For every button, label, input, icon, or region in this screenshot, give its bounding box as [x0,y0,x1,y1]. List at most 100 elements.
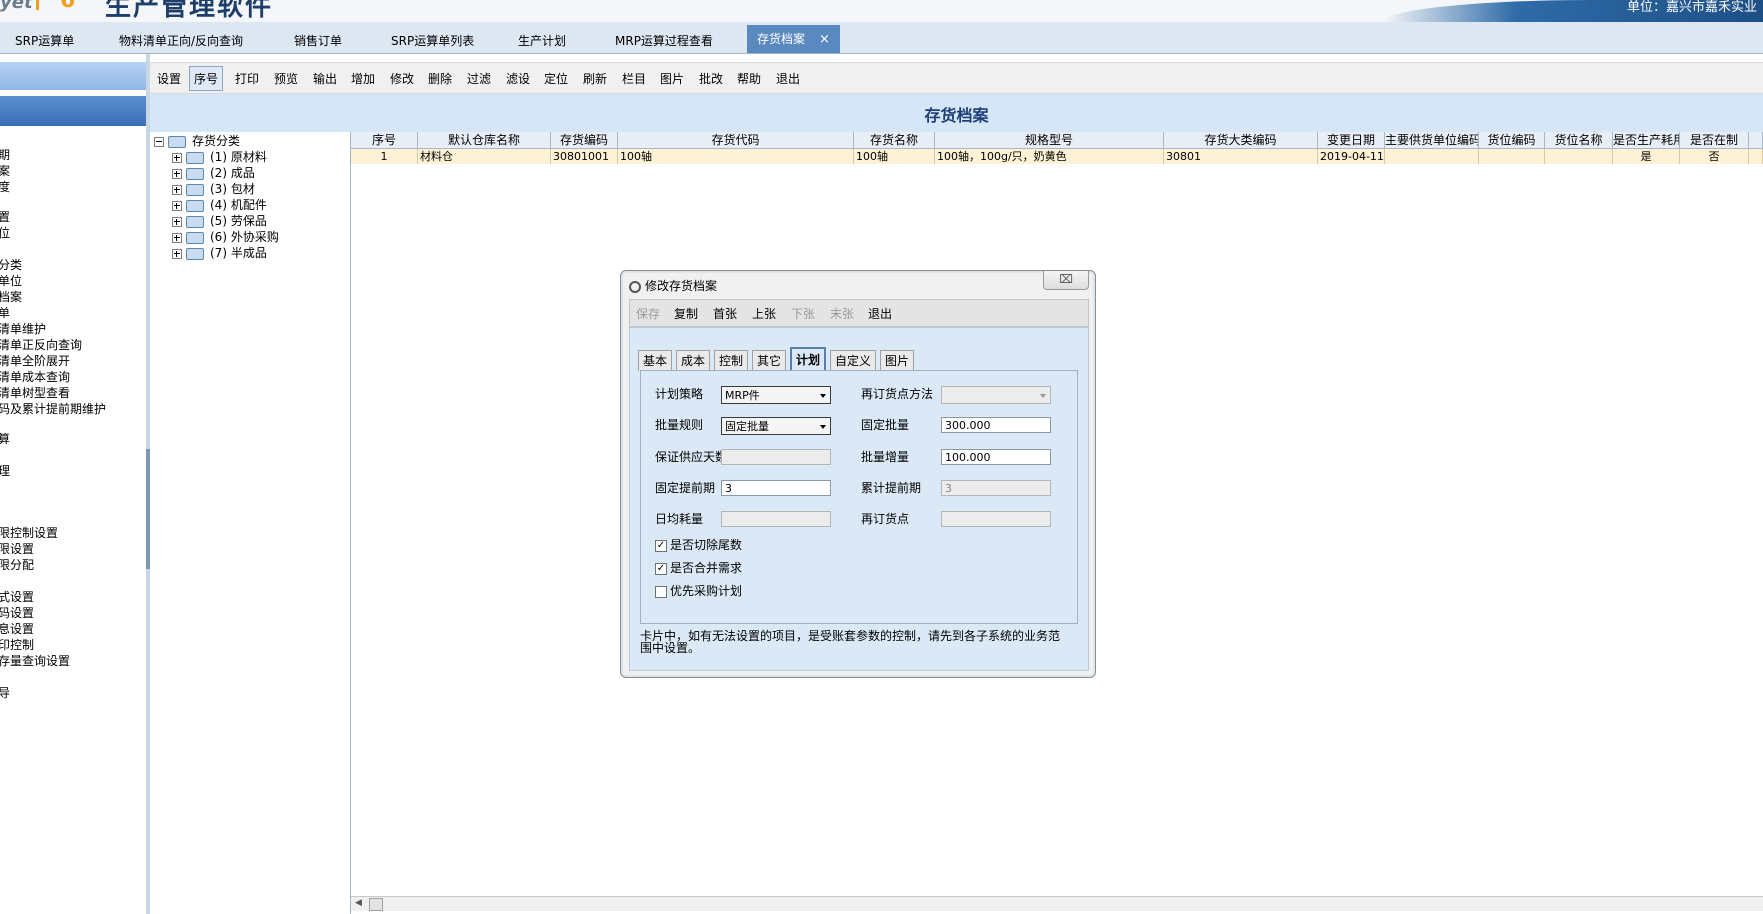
tab-cost[interactable]: 成本 [676,350,711,371]
column-header[interactable]: 存货编码 [551,132,618,149]
edit-button[interactable]: 修改 [390,70,414,87]
checkbox-check-icon[interactable]: ✓ [655,539,667,552]
cumulative-lead-input[interactable]: 3 [941,480,1051,496]
tab-production-plan[interactable]: 生产计划 [518,30,566,53]
nav-item[interactable]: 清单全阶展开 [0,354,70,368]
nav-item[interactable]: 案 [0,164,10,178]
column-header[interactable]: 是否在制 [1680,132,1749,149]
nav-item[interactable]: 存量查询设置 [0,654,70,668]
nav-item[interactable]: 清单树型查看 [0,386,70,400]
column-header[interactable]: 存货名称 [854,132,935,149]
reorder-point-input[interactable] [941,511,1051,527]
merge-demand-checkbox[interactable]: ✓ 是否合并需求 [655,559,742,576]
columns-button[interactable]: 栏目 [622,70,646,87]
nav-item[interactable]: 位 [0,226,10,240]
tree-root[interactable]: 存货分类 [154,134,240,148]
checkbox-empty-icon[interactable] [655,585,667,598]
nav-item[interactable]: 清单正反向查询 [0,338,82,352]
table-cell[interactable]: 材料仓 [418,149,551,164]
expand-icon[interactable] [172,216,182,227]
table-cell[interactable]: 30801 [1164,149,1318,164]
tab-sales-order[interactable]: 销售订单 [294,30,342,53]
collapse-icon[interactable] [154,136,164,147]
table-cell[interactable]: 否 [1680,149,1749,164]
reorder-method-select[interactable] [941,386,1051,404]
close-button[interactable]: ⌧ [1043,271,1089,290]
nav-item[interactable]: 置 [0,210,10,224]
tree-node[interactable]: (6) 外协采购 [172,230,279,244]
tree-node[interactable]: (5) 劳保品 [172,214,267,228]
column-header[interactable]: 变更日期 [1318,132,1385,149]
help-button[interactable]: 帮助 [737,70,761,87]
column-header[interactable]: 货位编码 [1479,132,1545,149]
dialog-titlebar[interactable]: 修改存货档案 [629,275,717,297]
scroll-thumb[interactable] [369,898,383,911]
column-header[interactable]: 序号 [351,132,418,149]
nav-item[interactable]: 限控制设置 [0,526,58,540]
picture-button[interactable]: 图片 [660,70,684,87]
last-record-button[interactable]: 末张 [830,305,854,322]
table-cell[interactable] [1385,149,1479,164]
tab-bom-query[interactable]: 物料清单正向/反向查询 [119,30,243,53]
tab-control[interactable]: 控制 [714,350,749,371]
exit-button[interactable]: 退出 [776,70,800,87]
table-cell[interactable]: 100轴 [618,149,854,164]
expand-icon[interactable] [172,168,182,179]
nav-item[interactable]: 档案 [0,290,22,304]
tab-other[interactable]: 其它 [752,350,787,371]
nav-item[interactable]: 印控制 [0,638,34,652]
plan-strategy-select[interactable]: MRP件 [721,386,831,404]
delete-button[interactable]: 删除 [428,70,452,87]
table-cell[interactable] [1479,149,1545,164]
daily-usage-input[interactable] [721,511,831,527]
exit-dialog-button[interactable]: 退出 [868,305,892,322]
fixed-lot-input[interactable]: 300.000 [941,417,1051,433]
column-header[interactable]: 默认仓库名称 [418,132,551,149]
previous-record-button[interactable]: 上张 [752,305,776,322]
truncate-tail-checkbox[interactable]: ✓ 是否切除尾数 [655,536,742,553]
export-button[interactable]: 输出 [313,70,337,87]
column-header[interactable]: 存货代码 [618,132,854,149]
tab-srp-calc[interactable]: SRP运算单 [15,30,74,53]
nav-item[interactable]: 清单维护 [0,322,46,336]
table-cell[interactable]: 1 [351,149,418,164]
tab-basic[interactable]: 基本 [638,350,673,371]
nav-item[interactable]: 理 [0,464,10,478]
nav-item[interactable]: 导 [0,686,10,700]
nav-item[interactable]: 限分配 [0,558,34,572]
nav-item[interactable]: 单位 [0,274,22,288]
expand-icon[interactable] [172,232,182,243]
lot-increment-input[interactable]: 100.000 [941,449,1051,465]
next-record-button[interactable]: 下张 [791,305,815,322]
tree-node[interactable]: (1) 原材料 [172,150,267,164]
tree-node[interactable]: (3) 包材 [172,182,255,196]
checkbox-check-icon[interactable]: ✓ [655,562,667,575]
horizontal-scrollbar[interactable]: ◀ [351,896,1763,911]
nav-item[interactable]: 码及累计提前期维护 [0,402,106,416]
preview-button[interactable]: 预览 [274,70,298,87]
nav-item[interactable]: 单 [0,306,10,320]
table-cell[interactable] [1545,149,1613,164]
add-button[interactable]: 增加 [351,70,375,87]
sequence-button[interactable]: 序号 [189,66,224,91]
table-cell[interactable]: 2019-04-11 [1318,149,1385,164]
nav-item[interactable]: 式设置 [0,590,34,604]
filter-settings-button[interactable]: 滤设 [506,70,530,87]
tab-picture[interactable]: 图片 [880,350,915,371]
table-cell[interactable]: 100轴 [854,149,935,164]
print-button[interactable]: 打印 [235,70,259,87]
tree-node[interactable]: (7) 半成品 [172,246,267,260]
fixed-lead-input[interactable]: 3 [721,480,831,496]
lot-rule-select[interactable]: 固定批量 [721,417,831,435]
nav-item[interactable]: 度 [0,180,10,194]
expand-icon[interactable] [172,200,182,211]
refresh-button[interactable]: 刷新 [583,70,607,87]
nav-item[interactable]: 清单成本查询 [0,370,70,384]
scroll-left-icon[interactable]: ◀ [355,898,362,908]
nav-item[interactable]: 息设置 [0,622,34,636]
column-header[interactable]: 是否生产耗用 [1613,132,1680,149]
expand-icon[interactable] [172,248,182,259]
column-header[interactable]: 存货大类编码 [1164,132,1318,149]
tab-srp-list[interactable]: SRP运算单列表 [391,30,474,53]
first-record-button[interactable]: 首张 [713,305,737,322]
